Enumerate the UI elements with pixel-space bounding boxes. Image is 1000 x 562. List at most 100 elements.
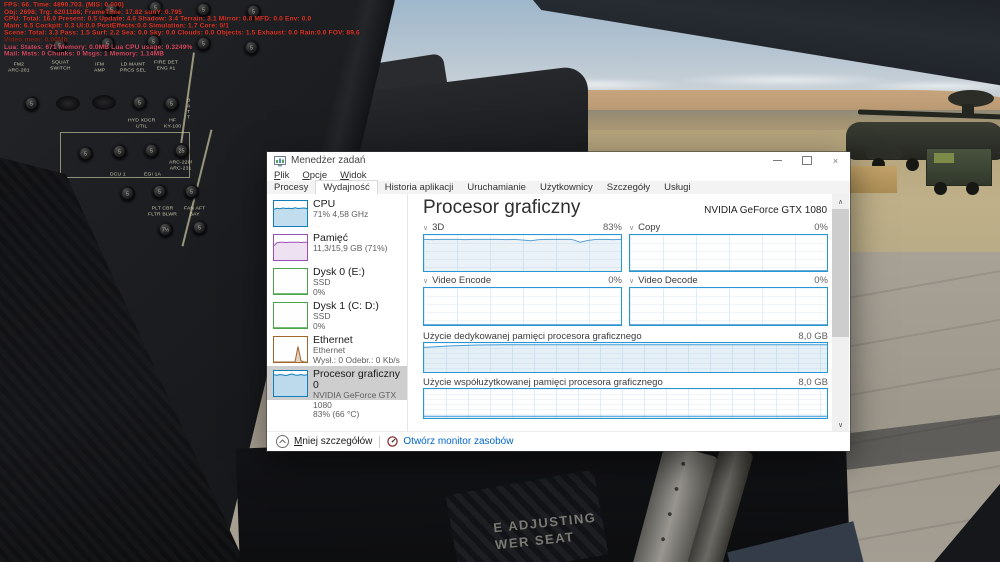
app-icon xyxy=(274,155,286,166)
chart-value: 8,0 GB xyxy=(798,377,828,388)
panel-label: HF KY-100 xyxy=(164,117,182,129)
sidebar-item-gpu[interactable]: Procesor graficzny 0 NVIDIA GeForce GTX … xyxy=(267,366,407,419)
disk0-thumbnail-chart xyxy=(273,268,308,295)
panel-label-batt: B A T T xyxy=(187,97,191,120)
helicopter-weapon-pod xyxy=(866,148,902,159)
sidebar-item-disk0[interactable]: Dysk 0 (E:) SSD 0% xyxy=(267,264,407,298)
tab-strip: Procesy Wydajność Historia aplikacji Uru… xyxy=(267,180,850,195)
tab-historia-aplikacji[interactable]: Historia aplikacji xyxy=(378,181,461,194)
chart-header-video-encode: ∨ Video Encode 0% xyxy=(423,275,622,286)
sidebar-item-detail: 71% 4,58 GHz xyxy=(313,209,369,219)
chart-shared-memory xyxy=(423,388,828,419)
menu-opcje[interactable]: Opcje xyxy=(302,170,327,181)
sidebar-item-ethernet[interactable]: Ethernet Ethernet Wysł.: 0 Odebr.: 0 Kb/… xyxy=(267,332,407,366)
sidebar-item-detail: 83% (66 °C) xyxy=(313,409,360,419)
tab-uzytkownicy[interactable]: Użytkownicy xyxy=(533,181,600,194)
hud-line: Scene: Total: 3.3 Pass: 1.5 Surf: 2.2 Se… xyxy=(4,29,360,37)
hud-line: Mail: Msts: 0 Chunks: 0 Msgs: 1 Memory: … xyxy=(4,50,165,58)
circuit-breaker: 7½ xyxy=(158,222,173,237)
trailer-wheel xyxy=(966,182,979,195)
breaker-blank-hole xyxy=(56,96,80,111)
titlebar[interactable]: Menedżer zadań × xyxy=(267,152,850,169)
cargo-crate xyxy=(845,166,897,193)
sidebar-item-disk1[interactable]: Dysk 1 (C: D:) SSD 0% xyxy=(267,298,407,332)
chevron-down-icon[interactable]: ∨ xyxy=(423,277,428,285)
vertical-scrollbar[interactable]: ∧ ∨ xyxy=(832,194,849,432)
chart-value: 83% xyxy=(602,222,622,233)
chart-title: Użycie dedykowanej pamięci procesora gra… xyxy=(423,331,642,342)
page-title: Procesor graficzny xyxy=(423,197,581,218)
sidebar-item-memory[interactable]: Pamięć 11,3/15,9 GB (71%) xyxy=(267,230,407,264)
minimize-button[interactable] xyxy=(763,152,792,169)
chart-video-encode xyxy=(423,287,622,326)
chevron-down-icon[interactable]: ∨ xyxy=(423,224,428,232)
chart-video-decode xyxy=(629,287,828,326)
gpu-detail-panel: Procesor graficzny NVIDIA GeForce GTX 10… xyxy=(420,194,828,432)
panel-label: ARC-220/ ARC-231 xyxy=(169,159,193,171)
memory-thumbnail-chart xyxy=(273,234,308,261)
chart-title: Copy xyxy=(638,222,661,233)
task-manager-window: Menedżer zadań × Plik Opcje Widok Proces… xyxy=(266,151,851,452)
chevron-down-icon[interactable]: ∨ xyxy=(629,224,634,232)
sidebar-item-cpu[interactable]: CPU 71% 4,58 GHz xyxy=(267,196,407,230)
tab-uslugi[interactable]: Usługi xyxy=(657,181,697,194)
sidebar-item-detail: Wysł.: 0 Odebr.: 0 Kb/s xyxy=(313,354,400,365)
chart-header-video-decode: ∨ Video Decode 0% xyxy=(629,275,828,286)
chart-header-3d: ∨ 3D 83% xyxy=(423,222,622,233)
resource-monitor-gauge-icon xyxy=(387,436,399,447)
gpu-thumbnail-chart xyxy=(273,370,308,397)
less-details-button[interactable]: Mniej szczegółów xyxy=(276,435,372,448)
sidebar-item-detail: SSD xyxy=(313,277,331,287)
tab-procesy[interactable]: Procesy xyxy=(267,181,315,194)
trailer-panel xyxy=(934,153,954,163)
menu-plik[interactable]: Plik xyxy=(274,170,289,181)
scroll-down-button[interactable]: ∨ xyxy=(832,417,849,432)
tab-szczegoly[interactable]: Szczegóły xyxy=(600,181,657,194)
chart-value: 0% xyxy=(608,275,622,286)
maximize-button[interactable] xyxy=(792,152,821,169)
chevron-down-icon[interactable]: ∨ xyxy=(629,277,634,285)
close-button[interactable]: × xyxy=(821,152,850,169)
chart-header-copy: ∨ Copy 0% xyxy=(629,222,828,233)
sidebar-item-detail: NVIDIA GeForce GTX 1080 xyxy=(313,390,397,410)
trailer-wheel xyxy=(934,182,947,195)
tab-uruchamianie[interactable]: Uruchamianie xyxy=(460,181,533,194)
panel-label: PLT CBR FLTR BLWR xyxy=(148,205,178,217)
chart-value: 8,0 GB xyxy=(798,331,828,342)
disk1-thumbnail-chart xyxy=(273,302,308,329)
sidebar-item-detail: 11,3/15,9 GB (71%) xyxy=(313,243,388,253)
circuit-breaker: 5 xyxy=(192,220,207,235)
chart-title: Video Encode xyxy=(432,275,492,286)
menu-widok[interactable]: Widok xyxy=(340,170,366,181)
panel-label: LD MAINT PRCS SEL xyxy=(120,61,147,73)
sidebar-divider xyxy=(407,194,408,432)
circuit-breaker: 5 xyxy=(132,95,147,110)
panel-label: IFM AMP xyxy=(94,61,106,73)
screen: FM2 ARC-201 SQUAT SWITCH IFM AMP LD MAIN… xyxy=(0,0,1000,562)
tab-wydajnosc[interactable]: Wydajność xyxy=(315,180,378,195)
footer-separator xyxy=(379,435,381,448)
circuit-breaker: 5 xyxy=(24,96,39,111)
panel-label: FM2 ARC-201 xyxy=(8,61,30,73)
chart-title: 3D xyxy=(432,222,445,233)
circuit-breaker: 5 xyxy=(184,184,199,199)
footer-bar: Mniej szczegółów Otwórz monitor zasobów xyxy=(267,431,850,451)
sidebar-item-title: Procesor graficzny 0 xyxy=(313,368,400,391)
metric-sidebar: CPU 71% 4,58 GHz Pamięć 11,3/15,9 GB (71… xyxy=(267,194,407,432)
panel-label: EGI 1A xyxy=(144,171,162,177)
less-details-label: Mniej szczegółów xyxy=(294,436,373,447)
minimize-icon xyxy=(773,160,782,161)
chart-title: Video Decode xyxy=(638,275,698,286)
sidebar-item-detail: 0% xyxy=(313,286,326,297)
panel-label: SQUAT SWITCH xyxy=(50,59,71,71)
ethernet-thumbnail-chart xyxy=(273,336,308,363)
circuit-breaker: 5 xyxy=(164,96,179,111)
maximize-icon xyxy=(801,156,812,165)
sidebar-item-detail: SSD xyxy=(313,311,331,321)
scrollbar-thumb[interactable] xyxy=(832,209,849,337)
scroll-up-button[interactable]: ∧ xyxy=(832,194,849,209)
debug-overlay: FPS: 66. Time: 4890.703. (MIS: 0.000) Ob… xyxy=(4,2,994,58)
sidebar-item-detail: 0% xyxy=(313,320,326,331)
open-resource-monitor-link[interactable]: Otwórz monitor zasobów xyxy=(387,436,513,447)
chevron-down-icon: ∨ xyxy=(837,421,844,429)
